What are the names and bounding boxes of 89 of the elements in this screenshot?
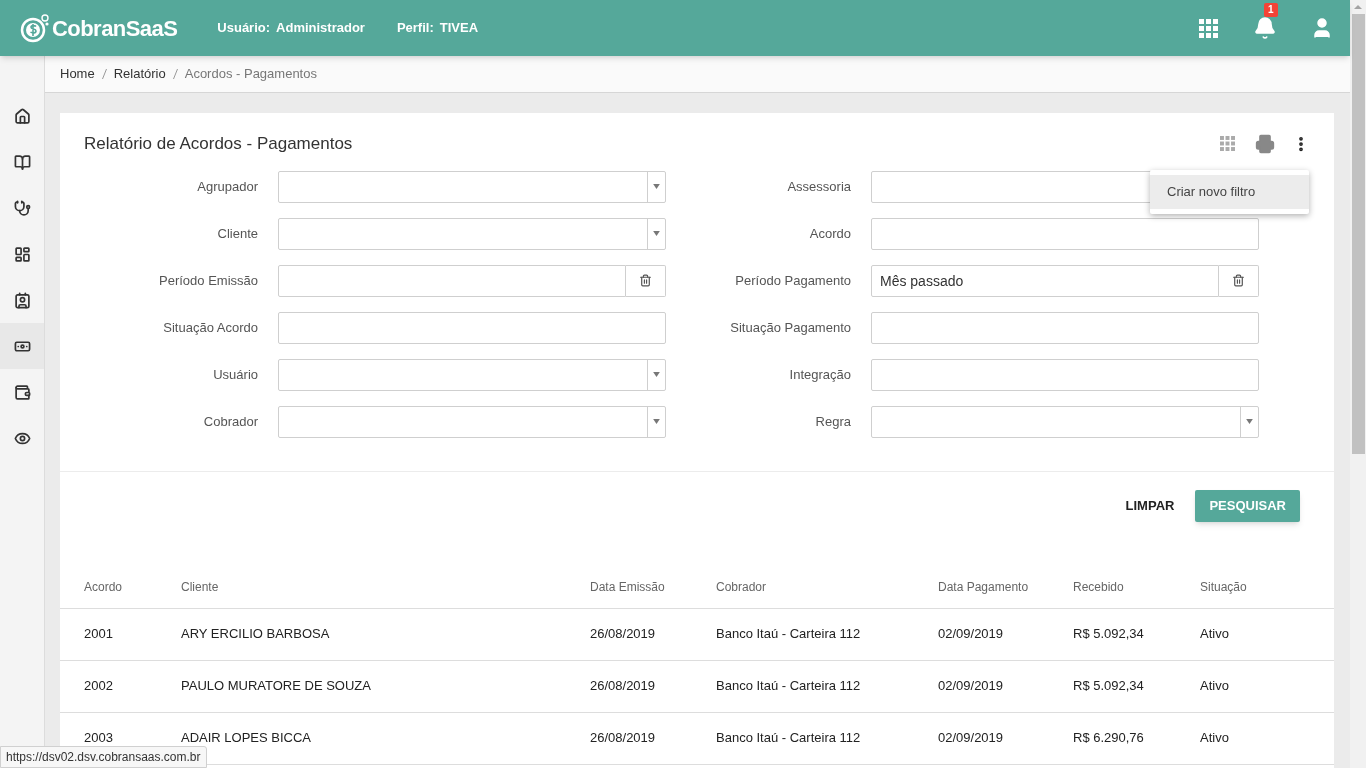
user-label: Usuário: bbox=[217, 19, 271, 38]
field-label: Regra bbox=[814, 412, 852, 431]
column-header[interactable]: Acordo bbox=[84, 577, 181, 596]
table-cell-text: 02/09/2019 bbox=[938, 625, 1005, 644]
field-label: Agrupador bbox=[196, 177, 259, 196]
field-label: Usuário bbox=[212, 365, 259, 384]
table-cell-text: 26/08/2019 bbox=[590, 729, 657, 748]
table-cell-text: 2002 bbox=[84, 677, 114, 696]
field-label: Assessoria bbox=[786, 177, 852, 196]
delete-button[interactable] bbox=[626, 264, 666, 297]
contact-card-icon bbox=[13, 291, 31, 309]
notification-badge: 1 bbox=[1264, 3, 1278, 17]
apps-icon[interactable] bbox=[1199, 18, 1218, 38]
input-field[interactable] bbox=[871, 311, 1259, 344]
breadcrumb-link[interactable]: Relatório bbox=[113, 64, 166, 84]
table-cell-text: 2001 bbox=[84, 625, 114, 644]
table-cell-text: 02/09/2019 bbox=[938, 677, 1005, 696]
table-cell-text: 2003 bbox=[84, 729, 114, 748]
scroll-up-icon[interactable] bbox=[1354, 5, 1362, 9]
sidebar-item[interactable] bbox=[0, 323, 44, 369]
column-header[interactable]: Data Pagamento bbox=[938, 577, 1073, 596]
table-cell-text: 26/08/2019 bbox=[590, 625, 657, 644]
table-cell-text: ADAIR LOPES BICCA bbox=[181, 729, 313, 748]
table-cell-text: R$ 5.092,34 bbox=[1073, 625, 1145, 644]
column-header[interactable]: Data Emissão bbox=[590, 577, 716, 596]
table-cell-text: PAULO MURATORE DE SOUZA bbox=[181, 677, 372, 696]
trash-icon bbox=[639, 274, 652, 287]
slash-icon bbox=[101, 69, 107, 79]
select-field[interactable] bbox=[278, 358, 666, 391]
home-icon bbox=[13, 107, 31, 125]
scroll-thumb[interactable] bbox=[1351, 14, 1365, 454]
table-cell-text: ARY ERCILIO BARBOSA bbox=[181, 625, 331, 644]
select-field[interactable] bbox=[871, 405, 1259, 438]
input-field[interactable] bbox=[278, 311, 666, 344]
select-field[interactable] bbox=[278, 217, 666, 250]
scrollbar[interactable] bbox=[1350, 0, 1366, 768]
table-cell-text: Banco Itaú - Carteira 112 bbox=[716, 729, 862, 748]
logo-text: CobranSaaS bbox=[52, 14, 178, 43]
delete-button[interactable] bbox=[1219, 264, 1259, 297]
field-label: Cobrador bbox=[202, 412, 259, 431]
breadcrumb-link[interactable]: Home bbox=[60, 64, 95, 84]
trash-icon bbox=[1232, 274, 1245, 287]
field-label: Acordo bbox=[808, 224, 852, 243]
caret-icon bbox=[653, 231, 660, 236]
field-label: Período Pagamento bbox=[734, 271, 852, 290]
caret-icon bbox=[1246, 419, 1253, 424]
column-header[interactable]: Recebido bbox=[1073, 577, 1200, 596]
stethoscope-icon bbox=[13, 199, 31, 217]
caret-icon bbox=[653, 184, 660, 189]
clear-button[interactable]: LIMPAR bbox=[1121, 489, 1179, 522]
input-field[interactable] bbox=[871, 358, 1259, 391]
caret-icon bbox=[653, 372, 660, 377]
field-label: Situação Acordo bbox=[162, 318, 259, 337]
print-icon[interactable] bbox=[1255, 133, 1275, 154]
table-cell-text: 26/08/2019 bbox=[590, 677, 657, 696]
input-field[interactable]: Mês passado bbox=[871, 264, 1219, 297]
table-cell-text: 02/09/2019 bbox=[938, 729, 1005, 748]
column-header[interactable]: Cobrador bbox=[716, 577, 938, 596]
card-title: Relatório de Acordos - Pagamentos bbox=[84, 133, 353, 155]
table-cell-text: Ativo bbox=[1200, 677, 1230, 696]
table-cell-text: R$ 6.290,76 bbox=[1073, 729, 1145, 748]
profile-name: TIVEA bbox=[439, 19, 479, 38]
profile-label: Perfil: bbox=[396, 19, 434, 38]
column-header[interactable]: Situação bbox=[1200, 577, 1334, 596]
menu-item[interactable]: Criar novo filtro bbox=[1150, 175, 1309, 209]
book-icon bbox=[13, 153, 31, 171]
input-field[interactable] bbox=[871, 217, 1259, 250]
field-label: Cliente bbox=[216, 224, 259, 243]
status-url: https://dsv02.dsv.cobransaas.com.br bbox=[0, 746, 207, 768]
column-header[interactable]: Cliente bbox=[181, 577, 590, 596]
field-label: Integração bbox=[788, 365, 852, 384]
table-cell-text: Banco Itaú - Carteira 112 bbox=[716, 625, 862, 644]
dashboard-icon bbox=[13, 245, 31, 263]
slash-icon bbox=[172, 69, 178, 79]
table-cell-text: R$ 5.092,34 bbox=[1073, 677, 1145, 696]
input-field[interactable] bbox=[278, 264, 626, 297]
table-cell-text: Ativo bbox=[1200, 625, 1230, 644]
user-name: Administrador bbox=[276, 19, 365, 38]
select-field[interactable] bbox=[278, 170, 666, 203]
field-label: Período Emissão bbox=[158, 271, 259, 290]
field-label: Situação Pagamento bbox=[729, 318, 852, 337]
logo-icon bbox=[20, 13, 50, 43]
select-field[interactable] bbox=[278, 405, 666, 438]
wallet-icon bbox=[13, 383, 31, 401]
table-cell-text: Banco Itaú - Carteira 112 bbox=[716, 677, 862, 696]
bell-icon[interactable] bbox=[1253, 16, 1277, 40]
caret-icon bbox=[653, 419, 660, 424]
table-cell-text: Ativo bbox=[1200, 729, 1230, 748]
grid-icon[interactable] bbox=[1220, 136, 1235, 152]
